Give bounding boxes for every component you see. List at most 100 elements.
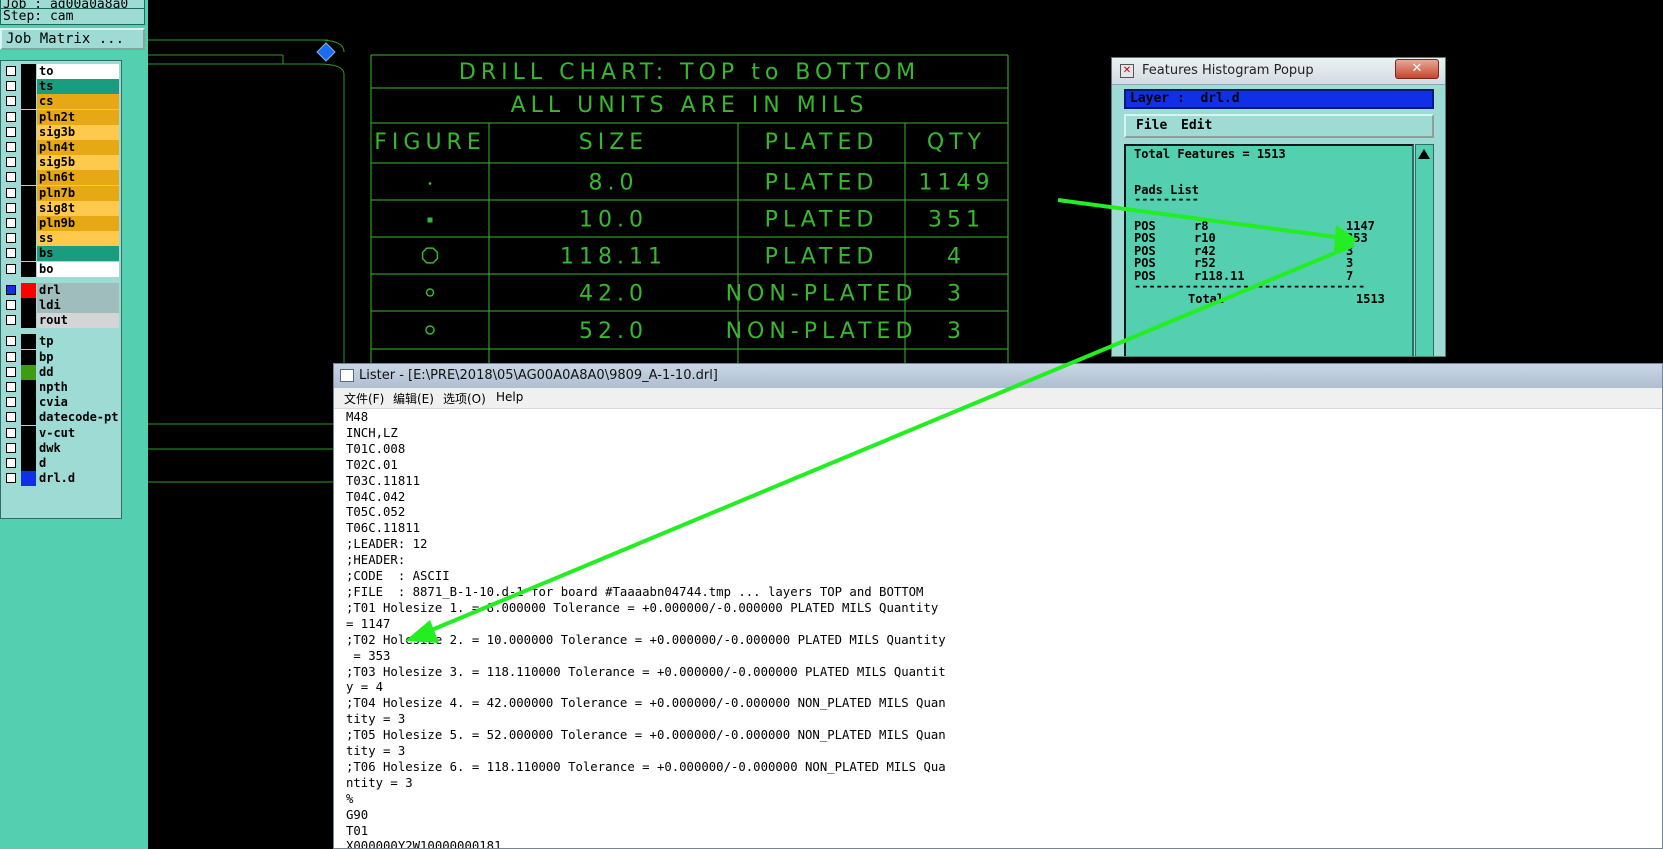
layer-checkbox[interactable] bbox=[6, 351, 16, 362]
layer-color-swatch bbox=[21, 140, 36, 155]
layer-row-ldi[interactable]: ldi bbox=[3, 298, 119, 313]
layer-row-tp[interactable]: tp bbox=[3, 334, 119, 350]
layer-color-swatch bbox=[21, 395, 36, 411]
menu-edit[interactable]: 编辑(E) bbox=[393, 390, 434, 407]
layer-name: pln6t bbox=[37, 170, 119, 186]
drill-size: 10.0 bbox=[579, 208, 648, 233]
layer-row-rout[interactable]: rout bbox=[3, 313, 119, 329]
lister-title: Lister - [E:\PRE\2018\05\AG00A0A8A0\9809… bbox=[359, 368, 718, 383]
menu-file[interactable]: 文件(F) bbox=[344, 390, 384, 407]
layer-row-dwk[interactable]: dwk bbox=[3, 440, 119, 456]
menu-options[interactable]: 选项(O) bbox=[443, 390, 486, 407]
layer-checkbox[interactable] bbox=[6, 366, 16, 377]
layer-checkbox[interactable] bbox=[6, 96, 16, 107]
edit-menu[interactable]: Edit bbox=[1181, 118, 1212, 133]
layer-color-swatch bbox=[21, 231, 36, 247]
layer-name: pln9b bbox=[37, 216, 119, 231]
layer-name: bp bbox=[37, 349, 119, 365]
layer-checkbox[interactable] bbox=[6, 315, 16, 326]
lister-titlebar[interactable]: Lister - [E:\PRE\2018\05\AG00A0A8A0\9809… bbox=[334, 364, 1662, 388]
layer-name: ldi bbox=[37, 298, 119, 313]
close-button[interactable]: ✕ bbox=[1395, 59, 1439, 79]
layer-checkbox[interactable] bbox=[6, 233, 16, 244]
layer-checkbox[interactable] bbox=[6, 202, 16, 213]
layer-row-dd[interactable]: dd bbox=[3, 364, 119, 380]
layer-checkbox[interactable] bbox=[6, 111, 16, 122]
layer-row-drl[interactable]: drl bbox=[3, 282, 119, 298]
layer-row-pln2t[interactable]: pln2t bbox=[3, 109, 119, 125]
layer-checkbox[interactable] bbox=[6, 382, 16, 392]
layer-row-ts[interactable]: ts bbox=[3, 79, 119, 95]
pads-underline: --------- bbox=[1134, 192, 1200, 206]
layer-checkbox[interactable] bbox=[6, 336, 16, 347]
layer-row-pln4t[interactable]: pln4t bbox=[3, 140, 119, 155]
layer-name: drl bbox=[37, 282, 119, 298]
layer-checkbox[interactable] bbox=[6, 218, 16, 228]
layer-checkbox[interactable] bbox=[6, 397, 16, 408]
layer-row-npth[interactable]: npth bbox=[3, 380, 119, 395]
histogram-titlebar[interactable]: ✕ Features Histogram Popup ✕ bbox=[1112, 58, 1445, 85]
layer-checkbox[interactable] bbox=[6, 427, 16, 438]
drill-plated: PLATED bbox=[765, 245, 879, 270]
layer-checkbox[interactable] bbox=[6, 126, 16, 137]
layer-color-swatch bbox=[21, 456, 36, 471]
layer-checkbox[interactable] bbox=[6, 248, 16, 259]
layer-color-swatch bbox=[21, 282, 36, 298]
layer-row-bs[interactable]: bs bbox=[3, 246, 119, 262]
layer-checkbox[interactable] bbox=[6, 412, 16, 423]
layer-row-bo[interactable]: bo bbox=[3, 261, 119, 277]
layer-checkbox[interactable] bbox=[6, 263, 16, 274]
layer-checkbox[interactable] bbox=[6, 172, 16, 183]
layer-row-to[interactable]: to bbox=[3, 64, 119, 79]
layer-name: ts bbox=[37, 79, 119, 95]
layer-checkbox[interactable] bbox=[6, 300, 16, 310]
layer-checkbox[interactable] bbox=[6, 442, 16, 453]
layer-row-bp[interactable]: bp bbox=[3, 349, 119, 365]
layer-color-swatch bbox=[21, 155, 36, 171]
layer-name: v-cut bbox=[37, 425, 119, 441]
layer-checkbox[interactable] bbox=[6, 458, 16, 468]
histogram-scrollbar[interactable] bbox=[1415, 144, 1434, 356]
layer-checkbox[interactable] bbox=[6, 157, 16, 168]
layer-checkbox[interactable] bbox=[6, 142, 16, 152]
layer-checkbox[interactable] bbox=[6, 473, 16, 484]
file-menu[interactable]: File bbox=[1136, 118, 1167, 133]
layer-color-swatch bbox=[21, 364, 36, 380]
layer-color-swatch bbox=[21, 79, 36, 95]
layer-row-cs[interactable]: cs bbox=[3, 94, 119, 110]
layer-row-drl.d[interactable]: drl.d bbox=[3, 471, 119, 487]
scroll-up-icon[interactable] bbox=[1416, 145, 1433, 165]
layer-row-sig3b[interactable]: sig3b bbox=[3, 124, 119, 140]
layer-name: rout bbox=[37, 313, 119, 329]
layer-checkbox[interactable] bbox=[6, 284, 16, 295]
job-matrix-button[interactable]: Job Matrix ... bbox=[0, 28, 145, 50]
drill-size: 8.0 bbox=[589, 171, 639, 196]
layer-row-pln6t[interactable]: pln6t bbox=[3, 170, 119, 186]
layer-row-cvia[interactable]: cvia bbox=[3, 395, 119, 411]
layer-name: to bbox=[37, 64, 119, 79]
drill-figure-square-small bbox=[427, 217, 433, 223]
layer-checkbox[interactable] bbox=[6, 187, 16, 198]
pads-separator: -------------------------------- bbox=[1134, 279, 1366, 293]
layer-row-ss[interactable]: ss bbox=[3, 231, 119, 247]
drill-figure-dot-small bbox=[428, 182, 432, 185]
drill-qty: 3 bbox=[947, 282, 966, 307]
layer-row-sig5b[interactable]: sig5b bbox=[3, 155, 119, 171]
menu-help[interactable]: Help bbox=[496, 390, 523, 404]
layer-row-pln7b[interactable]: pln7b bbox=[3, 185, 119, 201]
layer-checkbox[interactable] bbox=[6, 66, 16, 76]
layer-name: pln4t bbox=[37, 140, 119, 155]
document-icon bbox=[340, 369, 354, 382]
layer-row-datecode-pte[interactable]: datecode-pte bbox=[3, 410, 119, 426]
layer-row-sig8t[interactable]: sig8t bbox=[3, 200, 119, 216]
layer-row-pln9b[interactable]: pln9b bbox=[3, 216, 119, 231]
layer-color-swatch bbox=[21, 124, 36, 140]
layer-row-v-cut[interactable]: v-cut bbox=[3, 425, 119, 441]
drill-size: 118.11 bbox=[560, 245, 667, 270]
layer-name: bs bbox=[37, 246, 119, 262]
lister-text-content[interactable]: M48 INCH,LZ T01C.008 T02C.01 T03C.11811 … bbox=[346, 410, 1656, 848]
layer-name: cs bbox=[37, 94, 119, 110]
layer-name: npth bbox=[37, 380, 119, 395]
layer-checkbox[interactable] bbox=[6, 81, 16, 92]
layer-row-d[interactable]: d bbox=[3, 456, 119, 471]
